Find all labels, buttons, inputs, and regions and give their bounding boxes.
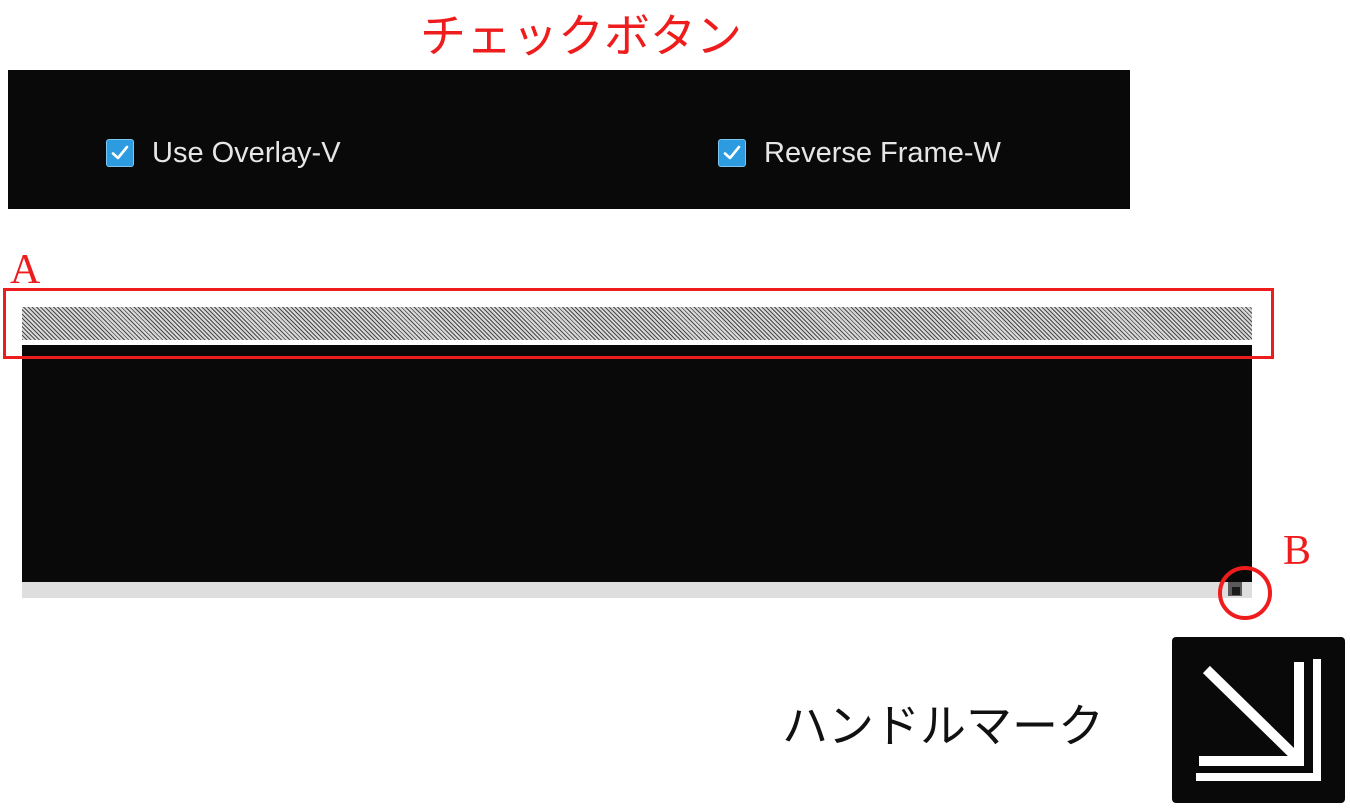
checkmark-icon (723, 145, 741, 160)
bottom-status-strip (22, 582, 1252, 598)
handle-mark-preview (1172, 637, 1345, 803)
annotation-marker-a: A (10, 247, 41, 293)
annotation-circle-b (1218, 566, 1272, 620)
checkmark-icon (111, 145, 129, 160)
checkbox-label: Use Overlay-V (152, 137, 341, 169)
resize-diagonal-arrow-icon (1196, 659, 1321, 781)
annotation-marker-b: B (1283, 528, 1312, 574)
checkbox-panel: Use Overlay-V Reverse Frame-W (8, 70, 1130, 209)
checkbox-use-overlay[interactable]: Use Overlay-V (106, 136, 341, 170)
content-area (22, 345, 1252, 582)
checkbox-label: Reverse Frame-W (764, 137, 1001, 169)
annotation-outline-a (3, 288, 1274, 359)
handle-mark-caption: ハンドルマーク (782, 699, 1104, 753)
checkbox-checked-icon[interactable] (718, 139, 746, 167)
checkbox-checked-icon[interactable] (106, 139, 134, 167)
checkbox-reverse-frame[interactable]: Reverse Frame-W (718, 136, 1001, 170)
checkbox-section-annotation: チェックボタン (420, 9, 742, 63)
